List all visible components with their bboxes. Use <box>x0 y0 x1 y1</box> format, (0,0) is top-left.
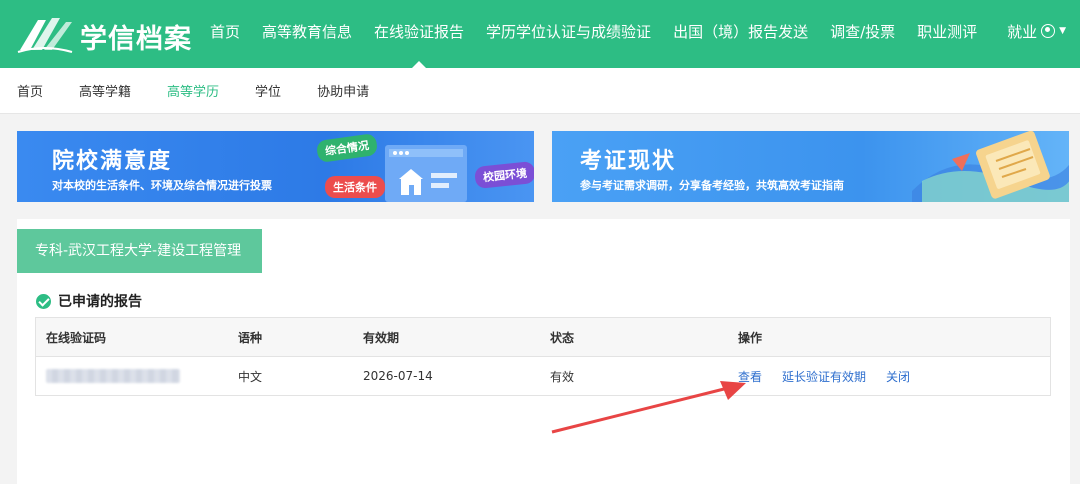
col-header-actions: 操作 <box>738 330 763 345</box>
nav-item-online-verification-report[interactable]: 在线验证报告 <box>374 0 464 68</box>
report-table: 在线验证码 语种 有效期 状态 操作 中文 2026-07-14 有效 查看 延… <box>35 317 1051 396</box>
check-circle-icon <box>36 293 51 309</box>
banner-school-satisfaction[interactable]: 院校满意度 对本校的生活条件、环境及综合情况进行投票 综合情况 生活条件 校园环… <box>17 131 534 202</box>
certificate-illustration <box>912 131 1069 202</box>
table-header: 在线验证码 语种 有效期 状态 操作 <box>36 318 1050 357</box>
banner-certificate-status[interactable]: 考证现状 参与考证需求调研，分享备考经验，共筑高效考证指南 <box>552 131 1069 202</box>
nav-item-degree-certification[interactable]: 学历学位认证与成绩验证 <box>486 0 651 68</box>
col-header-code: 在线验证码 <box>46 330 107 345</box>
school-illustration <box>385 145 467 202</box>
nav-item-overseas-report[interactable]: 出国（境）报告发送 <box>673 0 808 68</box>
nav-item-career-assessment[interactable]: 职业测评 <box>917 0 977 68</box>
view-link[interactable]: 查看 <box>738 368 762 385</box>
subnav-item-enrollment[interactable]: 高等学籍 <box>79 81 131 100</box>
banner-subtitle: 参与考证需求调研，分享备考经验，共筑高效考证指南 <box>580 179 844 192</box>
user-circle-icon <box>1041 24 1056 38</box>
col-header-language: 语种 <box>238 330 263 345</box>
banner-subtitle: 对本校的生活条件、环境及综合情况进行投票 <box>52 179 272 192</box>
nav-item-employment[interactable]: 就业 <box>1007 0 1037 68</box>
subnav-item-assist-apply[interactable]: 协助申请 <box>317 81 369 100</box>
user-menu[interactable]: ▼ <box>1041 24 1066 38</box>
tag-living: 生活条件 <box>325 176 385 198</box>
caret-down-icon: ▼ <box>1059 26 1066 36</box>
nav-item-survey-vote[interactable]: 调查/投票 <box>830 0 895 68</box>
sub-nav: 首页 高等学籍 高等学历 学位 协助申请 <box>0 68 1080 114</box>
subnav-item-academic-record[interactable]: 高等学历 <box>167 81 219 100</box>
cell-validity: 2026-07-14 <box>363 369 433 383</box>
table-row: 中文 2026-07-14 有效 查看 延长验证有效期 关闭 <box>36 357 1050 395</box>
main-nav: 首页 高等教育信息 在线验证报告 学历学位认证与成绩验证 出国（境）报告发送 调… <box>210 0 1059 68</box>
section-title-text: 已申请的报告 <box>58 294 142 310</box>
subnav-item-degree[interactable]: 学位 <box>255 81 281 100</box>
extend-validity-link[interactable]: 延长验证有效期 <box>782 368 866 385</box>
cell-actions: 查看 延长验证有效期 关闭 <box>738 357 930 395</box>
banner-title: 考证现状 <box>580 149 677 174</box>
logo-icon <box>17 18 73 53</box>
col-header-status: 状态 <box>550 330 575 345</box>
banner-title: 院校满意度 <box>52 149 173 174</box>
nav-item-higher-education-info[interactable]: 高等教育信息 <box>262 0 352 68</box>
col-header-validity: 有效期 <box>363 330 400 345</box>
tag-overall: 综合情况 <box>315 132 379 164</box>
tag-campus: 校园环境 <box>474 160 534 190</box>
cell-language: 中文 <box>238 369 263 384</box>
blurred-verification-code <box>46 369 180 383</box>
subnav-item-home[interactable]: 首页 <box>17 81 43 100</box>
cell-code <box>46 357 180 395</box>
close-link[interactable]: 关闭 <box>886 368 910 385</box>
brand-name[interactable]: 学信档案 <box>80 17 192 56</box>
report-card: 专科-武汉工程大学-建设工程管理 已申请的报告 在线验证码 语种 有效期 状态 … <box>17 219 1070 484</box>
major-tab[interactable]: 专科-武汉工程大学-建设工程管理 <box>17 229 262 273</box>
top-navbar: 学信档案 首页 高等教育信息 在线验证报告 学历学位认证与成绩验证 出国（境）报… <box>0 0 1080 68</box>
nav-item-home[interactable]: 首页 <box>210 0 240 68</box>
cell-status: 有效 <box>550 369 575 384</box>
section-title: 已申请的报告 <box>36 291 142 311</box>
